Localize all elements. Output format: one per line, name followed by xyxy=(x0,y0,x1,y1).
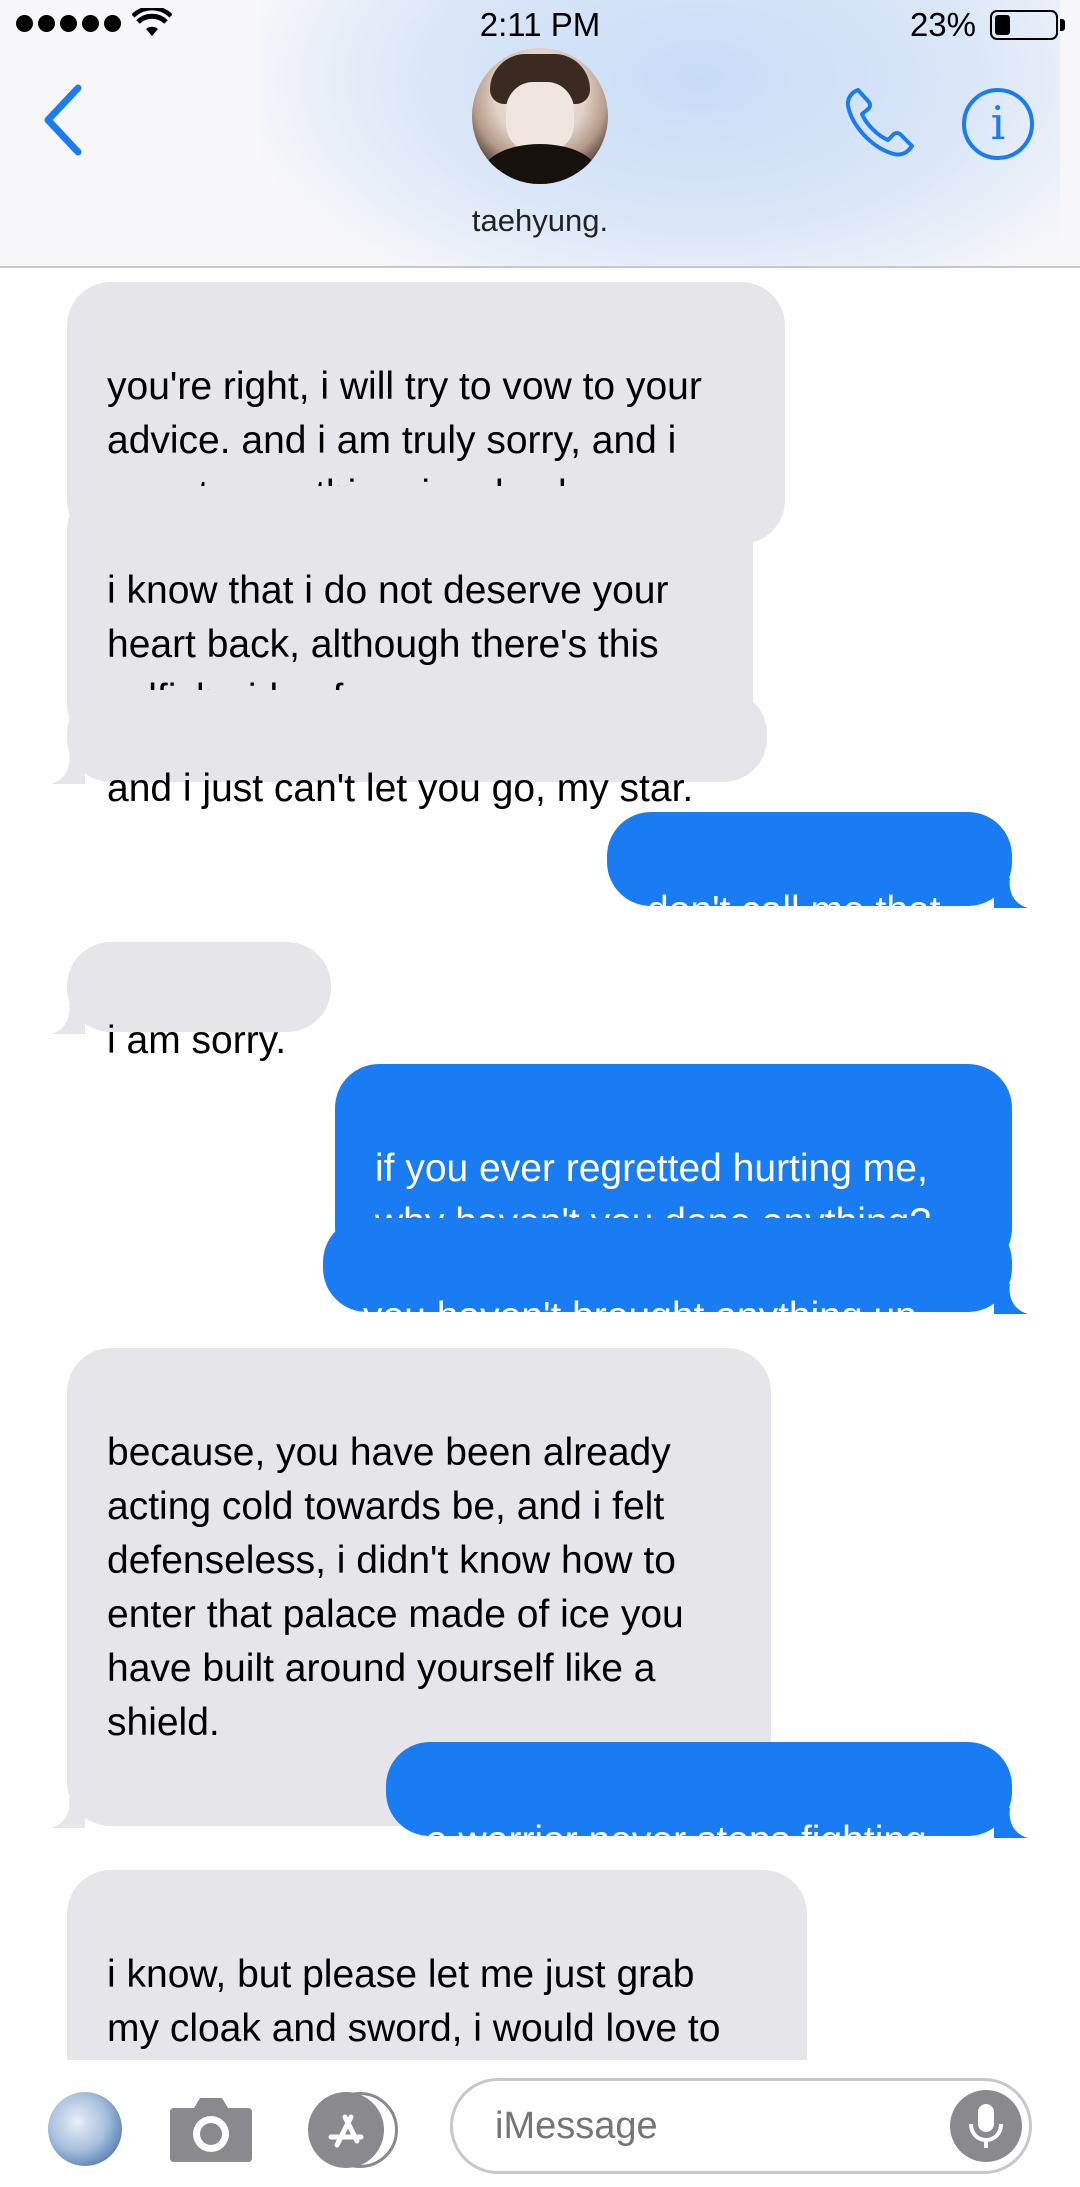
message-text: because, you have been already acting co… xyxy=(107,1431,684,1744)
battery-icon xyxy=(990,10,1058,40)
microphone-icon[interactable] xyxy=(950,2090,1022,2162)
compose-bar xyxy=(0,2060,1080,2187)
sent-message[interactable]: you haven't brought anything up. xyxy=(323,1218,1028,1338)
info-icon[interactable]: i xyxy=(962,88,1034,160)
message-text: a warrior never stops fighting. xyxy=(426,1819,938,1862)
bubble-tail xyxy=(51,1004,85,1034)
bubble-tail xyxy=(994,878,1028,908)
battery-nub xyxy=(1060,19,1065,31)
sent-message[interactable]: don't call me that. xyxy=(607,812,1028,932)
avatar-dog xyxy=(482,144,598,184)
chevron-left-icon[interactable] xyxy=(36,80,96,160)
battery-level-fill xyxy=(995,15,1010,35)
sent-message[interactable]: a warrior never stops fighting. xyxy=(386,1742,1028,1862)
status-bar: 2:11 PM 23% xyxy=(0,0,1080,50)
message-input[interactable] xyxy=(450,2078,1032,2174)
received-message[interactable]: i am sorry. xyxy=(51,942,331,1062)
avatar-face xyxy=(506,82,574,152)
received-message[interactable]: and i just can't let you go, my star. xyxy=(51,690,767,810)
conversation-header: 2:11 PM 23% taehyung. i xyxy=(0,0,1080,268)
camera-icon[interactable] xyxy=(168,2092,254,2164)
bubble-tail xyxy=(51,1798,85,1828)
bubble-tail xyxy=(994,1284,1028,1314)
photos-icon[interactable] xyxy=(48,2092,122,2166)
app-store-icon[interactable] xyxy=(308,2092,384,2168)
app-store-glyph xyxy=(328,2114,364,2148)
contact-name[interactable]: taehyung. xyxy=(0,203,1080,239)
microphone-glyph xyxy=(969,2104,1003,2148)
message-text: and i just can't let you go, my star. xyxy=(107,767,694,810)
message-text: i am sorry. xyxy=(107,1019,287,1062)
message-text: you haven't brought anything up. xyxy=(363,1295,928,1338)
bubble-tail xyxy=(994,1808,1028,1838)
avatar[interactable] xyxy=(472,48,608,184)
battery-percent: 23% xyxy=(909,6,976,43)
message-text: don't call me that. xyxy=(647,889,952,932)
phone-icon[interactable] xyxy=(842,84,918,160)
bubble-tail xyxy=(51,754,85,784)
